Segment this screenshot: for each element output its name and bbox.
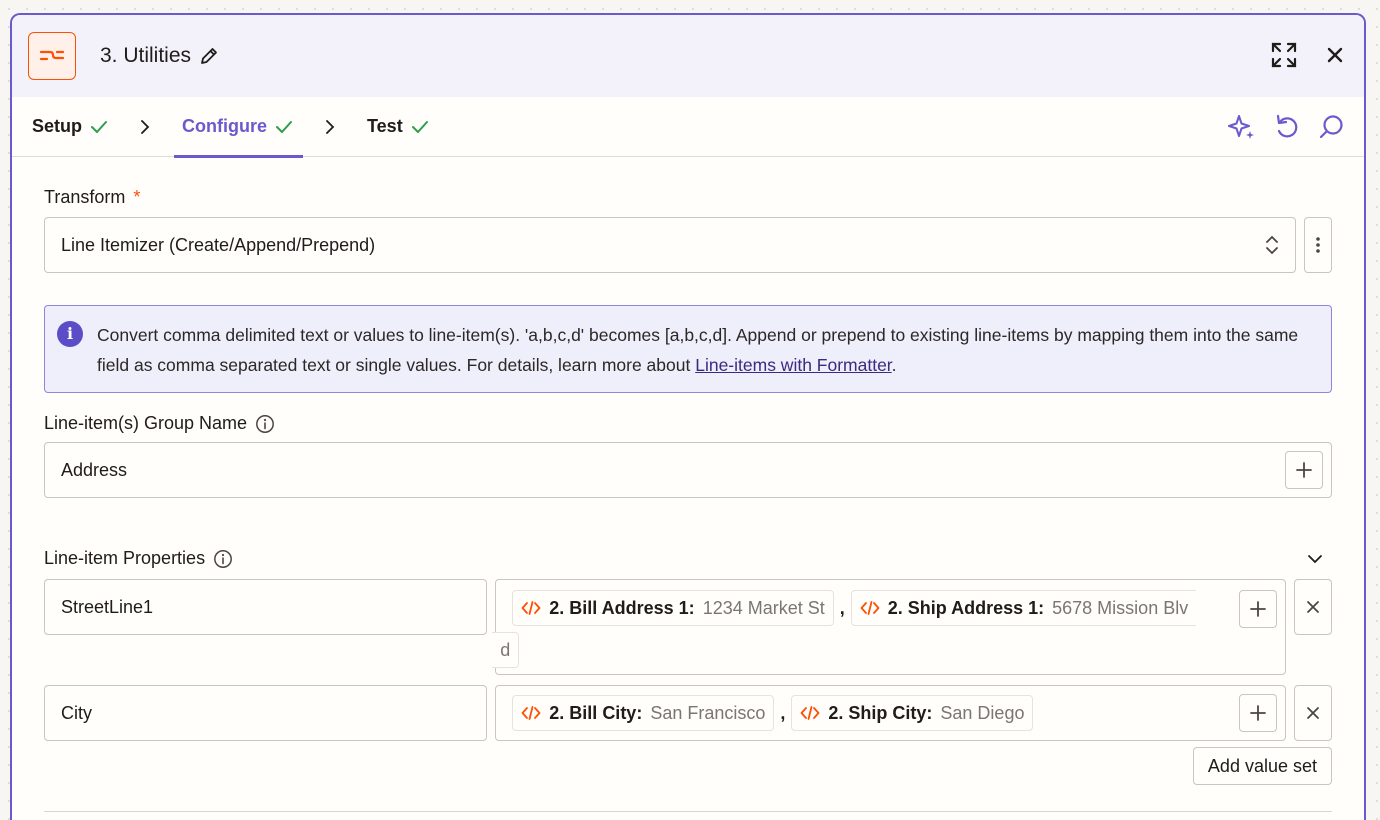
info-outline-icon[interactable] — [213, 549, 233, 569]
code-icon — [521, 706, 541, 720]
close-icon — [1307, 707, 1319, 719]
tab-label: Setup — [32, 116, 83, 136]
info-banner: i Convert comma delimited text or values… — [44, 305, 1332, 393]
line-items-help-link[interactable]: Line-items with Formatter — [695, 355, 891, 375]
mapped-field-pill[interactable]: 2. Bill Address 1: 1234 Market St — [512, 590, 834, 626]
required-mark: * — [133, 187, 141, 207]
ai-sparkle-icon[interactable] — [1228, 113, 1256, 141]
step-editor-panel: 3. Utilities Setup Configure Test Transf… — [10, 13, 1366, 820]
remove-row-button[interactable] — [1294, 579, 1332, 635]
plus-icon — [1250, 601, 1266, 617]
group-name-label: Line-item(s) Group Name — [44, 413, 1332, 434]
search-icon[interactable] — [1318, 113, 1344, 141]
chevron-right-icon — [325, 119, 335, 135]
step-title: 3. Utilities — [100, 44, 192, 67]
check-icon — [411, 120, 428, 133]
undo-icon[interactable] — [1274, 113, 1300, 141]
property-row: City 2. Bill City: San Francisco , 2. Sh… — [44, 685, 1332, 741]
group-name-input[interactable]: Address — [44, 442, 1332, 498]
property-row: StreetLine1 2. Bill Address 1: 1234 Mark… — [44, 579, 1332, 675]
plus-icon — [1250, 705, 1266, 721]
code-icon — [521, 601, 541, 615]
close-icon — [1307, 601, 1319, 613]
property-value-input[interactable]: 2. Bill Address 1: 1234 Market St , 2. S… — [492, 579, 1287, 675]
mapped-field-pill-continuation[interactable]: d — [492, 632, 520, 668]
configure-form: Transform * Line Itemizer (Create/Append… — [12, 157, 1364, 812]
check-icon — [91, 120, 108, 133]
more-options-icon[interactable] — [1304, 217, 1332, 273]
step-tabs: Setup Configure Test — [12, 97, 1364, 158]
code-icon — [800, 706, 820, 720]
insert-data-button[interactable] — [1239, 590, 1278, 628]
transform-value: Line Itemizer (Create/Append/Prepend) — [61, 234, 376, 255]
transform-select[interactable]: Line Itemizer (Create/Append/Prepend) — [44, 217, 1296, 273]
plus-icon — [1296, 462, 1312, 478]
tab-setup[interactable]: Setup — [30, 97, 110, 157]
insert-data-button[interactable] — [1285, 451, 1323, 489]
divider — [44, 811, 1332, 812]
code-icon — [860, 601, 880, 615]
remove-row-button[interactable] — [1294, 685, 1332, 741]
property-value-input[interactable]: 2. Bill City: San Francisco , 2. Ship Ci… — [495, 685, 1287, 741]
expand-icon[interactable] — [1270, 41, 1298, 69]
mapped-field-pill[interactable]: 2. Ship City: San Diego — [791, 695, 1034, 731]
add-value-set-button[interactable]: Add value set — [1192, 747, 1332, 785]
line-item-properties-label: Line-item Properties — [44, 548, 233, 569]
info-icon: i — [57, 321, 83, 347]
close-icon[interactable] — [1326, 46, 1344, 64]
tab-label: Configure — [182, 116, 268, 136]
insert-data-button[interactable] — [1239, 694, 1278, 732]
info-outline-icon[interactable] — [255, 414, 275, 434]
chevron-updown-icon — [1266, 235, 1278, 255]
tab-label: Test — [367, 116, 403, 136]
step-header: 3. Utilities — [12, 15, 1364, 97]
group-name-value: Address — [61, 459, 128, 480]
chevron-down-icon[interactable] — [1306, 553, 1324, 565]
chevron-right-icon — [140, 119, 150, 135]
transform-label: Transform * — [44, 187, 141, 207]
property-key-input[interactable]: StreetLine1 — [44, 579, 488, 635]
mapped-field-pill[interactable]: 2. Bill City: San Francisco — [512, 695, 775, 731]
check-icon — [276, 120, 293, 133]
tab-configure[interactable]: Configure — [174, 97, 304, 158]
formatter-icon — [28, 32, 76, 80]
mapped-field-pill[interactable]: 2. Ship Address 1: 5678 Mission Blv — [850, 590, 1197, 626]
tab-test[interactable]: Test — [365, 97, 431, 157]
edit-icon[interactable] — [199, 46, 219, 66]
separator: , — [780, 702, 786, 723]
property-key-input[interactable]: City — [44, 685, 488, 741]
separator: , — [839, 597, 845, 618]
